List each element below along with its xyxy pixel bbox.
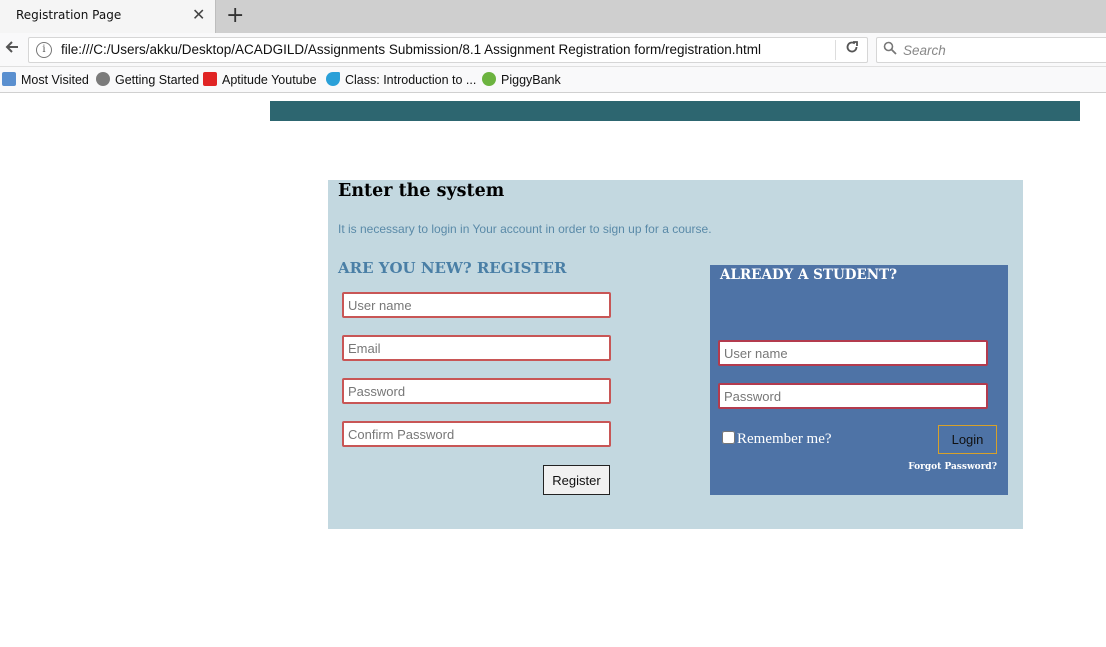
- bookmark-getting-started[interactable]: Getting Started: [96, 72, 199, 87]
- register-confirm-password-input[interactable]: [342, 421, 611, 447]
- new-tab-icon[interactable]: +: [226, 3, 244, 29]
- tab-registration-page[interactable]: Registration Page ✕: [0, 0, 216, 33]
- bookmark-label: Most Visited: [21, 73, 89, 87]
- tab-bar: Registration Page ✕ +: [0, 0, 1106, 33]
- search-bar[interactable]: [876, 37, 1106, 63]
- register-button[interactable]: Register: [543, 465, 610, 495]
- youtube-icon: [203, 72, 217, 86]
- register-email-input[interactable]: [342, 335, 611, 361]
- search-input[interactable]: [903, 41, 1103, 59]
- page-title: Enter the system: [338, 181, 505, 201]
- back-arrow-svg: [5, 41, 18, 53]
- search-svg: [883, 41, 897, 55]
- reload-icon[interactable]: [845, 40, 859, 58]
- login-button[interactable]: Login: [938, 425, 997, 454]
- login-username-input[interactable]: [718, 340, 988, 366]
- bookmark-aptitude-youtube[interactable]: Aptitude Youtube: [203, 72, 317, 87]
- url-text[interactable]: file:///C:/Users/akku/Desktop/ACADGILD/A…: [61, 42, 761, 57]
- piggybank-icon: [482, 72, 496, 86]
- url-bar[interactable]: i file:///C:/Users/akku/Desktop/ACADGILD…: [28, 37, 868, 63]
- login-box: ALREADY A STUDENT? Remember me? Login Fo…: [710, 265, 1008, 495]
- login-heading: ALREADY A STUDENT?: [720, 267, 898, 283]
- bookmark-most-visited[interactable]: Most Visited: [2, 72, 89, 87]
- remember-me[interactable]: Remember me?: [722, 428, 832, 448]
- bookmark-label: Getting Started: [115, 73, 200, 87]
- system-panel: Enter the system It is necessary to logi…: [328, 180, 1023, 529]
- most-visited-icon: [2, 72, 16, 86]
- header-bar: [270, 101, 1080, 121]
- bird-icon: [326, 72, 340, 86]
- url-divider: [835, 40, 836, 60]
- bookmarks-toolbar: Most Visited Getting Started Aptitude Yo…: [0, 67, 1106, 93]
- back-arrow-icon[interactable]: [4, 39, 20, 60]
- page-subtitle: It is necessary to login in Your account…: [338, 222, 712, 236]
- bookmark-class-introduction[interactable]: Class: Introduction to ...: [326, 72, 476, 87]
- globe-icon: [96, 72, 110, 86]
- bookmark-label: PiggyBank: [501, 73, 561, 87]
- remember-me-label: Remember me?: [737, 431, 832, 447]
- remember-me-checkbox[interactable]: [722, 431, 735, 444]
- search-icon: [883, 41, 897, 59]
- tab-title: Registration Page: [16, 8, 122, 22]
- register-password-input[interactable]: [342, 378, 611, 404]
- register-username-input[interactable]: [342, 292, 611, 318]
- bookmark-piggybank[interactable]: PiggyBank: [482, 72, 561, 87]
- bookmark-label: Class: Introduction to ...: [345, 73, 477, 87]
- login-password-input[interactable]: [718, 383, 988, 409]
- info-icon[interactable]: i: [36, 42, 52, 58]
- reload-svg: [846, 41, 858, 53]
- navigation-bar: i file:///C:/Users/akku/Desktop/ACADGILD…: [0, 33, 1106, 67]
- bookmark-label: Aptitude Youtube: [222, 73, 317, 87]
- forgot-password-link[interactable]: Forgot Password?: [908, 462, 997, 472]
- register-heading: ARE YOU NEW? REGISTER: [338, 259, 567, 277]
- close-tab-icon[interactable]: ✕: [192, 6, 205, 24]
